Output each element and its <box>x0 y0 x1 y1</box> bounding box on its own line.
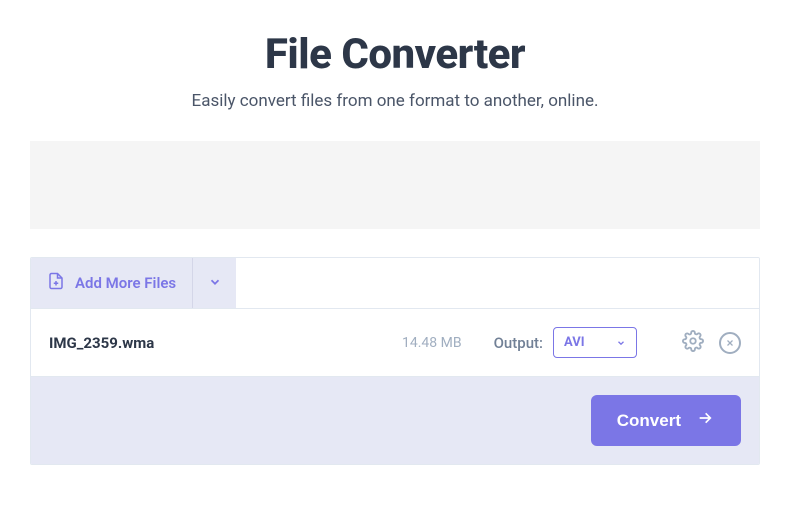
add-more-dropdown-button[interactable] <box>192 258 236 308</box>
chevron-down-icon <box>208 274 222 293</box>
settings-button[interactable] <box>681 331 705 355</box>
file-row: IMG_2359.wma 14.48 MB Output: AVI <box>31 308 759 376</box>
ad-placeholder <box>30 141 760 229</box>
chevron-down-icon <box>616 333 626 352</box>
file-add-icon <box>47 271 65 295</box>
add-more-files-button[interactable]: Add More Files <box>31 258 192 308</box>
converter-panel: Add More Files IMG_2359.wma 14.48 MB Out… <box>30 257 760 465</box>
file-name: IMG_2359.wma <box>49 334 402 352</box>
page-subtitle: Easily convert files from one format to … <box>30 91 760 111</box>
file-size: 14.48 MB <box>402 335 462 351</box>
convert-button[interactable]: Convert <box>591 395 741 446</box>
remove-file-button[interactable] <box>719 332 741 354</box>
close-icon <box>725 333 735 352</box>
output-format-select[interactable]: AVI <box>553 327 637 358</box>
output-label: Output: <box>494 334 543 352</box>
footer-bar: Convert <box>31 376 759 464</box>
add-more-files-label: Add More Files <box>75 274 176 292</box>
add-bar: Add More Files <box>31 258 759 308</box>
gear-icon <box>682 330 704 356</box>
page-title: File Converter <box>30 30 760 79</box>
arrow-right-icon <box>695 410 715 431</box>
convert-button-label: Convert <box>617 411 681 431</box>
output-format-value: AVI <box>564 335 585 350</box>
